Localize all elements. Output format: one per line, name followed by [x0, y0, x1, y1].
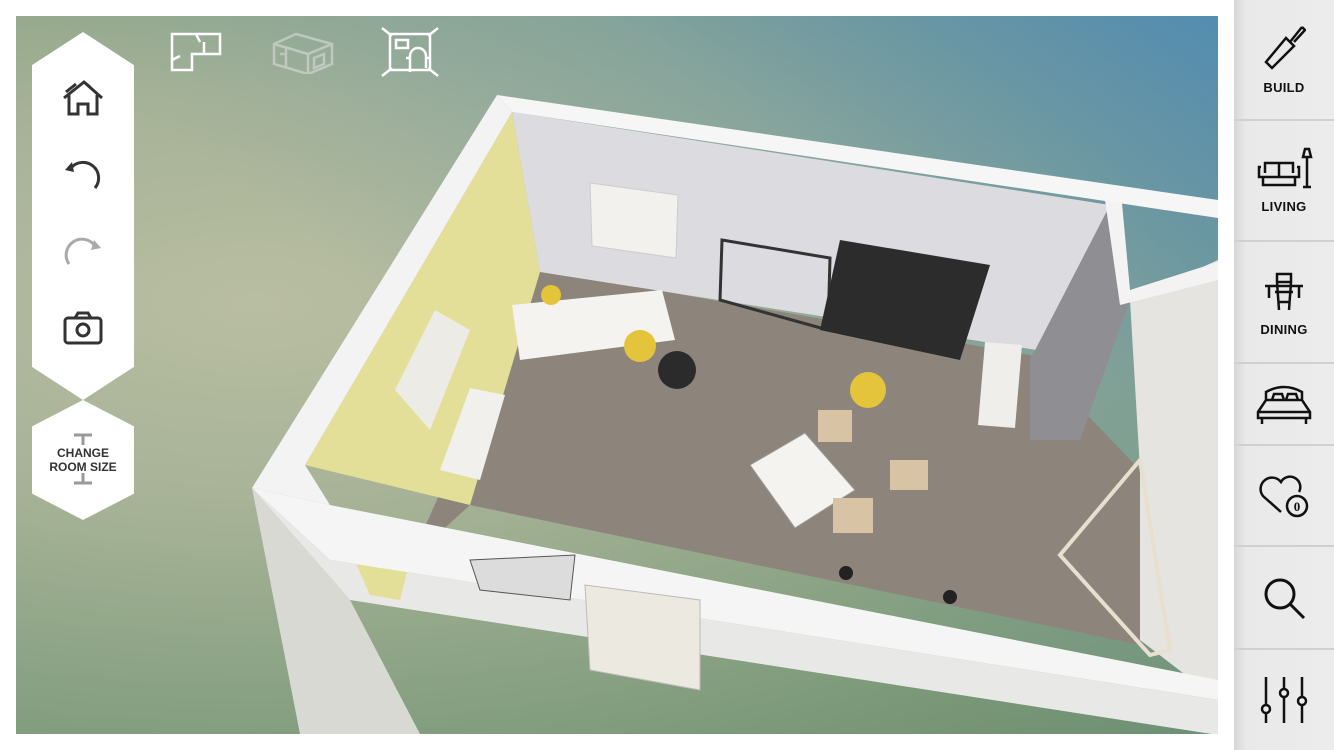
undo-icon: [65, 160, 101, 189]
side-table: [658, 351, 696, 389]
heart-favorites-icon: 0: [1259, 475, 1309, 517]
dining-table-icon: [1265, 272, 1303, 310]
yellow-stool: [541, 285, 561, 305]
camera-icon: [63, 311, 103, 345]
sidebar-item-dining[interactable]: DINING: [1234, 242, 1334, 364]
undo-button[interactable]: [61, 154, 105, 198]
bed-icon: [1256, 385, 1312, 424]
redo-button[interactable]: [61, 230, 105, 274]
sliders-settings-icon: [1260, 677, 1308, 723]
floorplan-2d-icon: [170, 32, 222, 72]
sidebar-label-dining: DINING: [1260, 321, 1308, 337]
sidebar-item-build[interactable]: BUILD: [1234, 0, 1334, 121]
room-3d-scene[interactable]: [16, 16, 1218, 734]
view-mode-furnish[interactable]: [380, 26, 440, 83]
view-mode-3d[interactable]: [272, 32, 334, 79]
3d-view-icon: [272, 32, 334, 76]
sidebar-item-living[interactable]: LIVING: [1234, 121, 1334, 242]
search-icon: [1264, 578, 1306, 619]
stool-3: [833, 498, 873, 533]
sidebar-label-living: LIVING: [1261, 199, 1307, 214]
view-mode-2d-floorplan[interactable]: [170, 32, 222, 77]
sofa-lamp-icon: [1257, 147, 1313, 189]
ceiling-spot: [839, 566, 853, 580]
screenshot-camera-button[interactable]: [61, 306, 105, 350]
camera-toolbar: [32, 32, 134, 400]
home-view-button[interactable]: [61, 78, 105, 122]
front-door: [584, 584, 701, 691]
ceiling-spot: [943, 590, 957, 604]
pendant-lamp-1: [624, 330, 656, 362]
3d-room-viewport[interactable]: CHANGE ROOM SIZE: [16, 16, 1218, 734]
sidebar-label-build: BUILD: [1263, 80, 1305, 95]
search-button[interactable]: [1234, 547, 1334, 650]
sidebar-item-bedroom[interactable]: [1234, 364, 1334, 446]
tufted-bench: [978, 342, 1022, 428]
favorites-count-badge: 0: [1294, 499, 1301, 514]
wall-shelf: [589, 182, 679, 259]
stool-2: [890, 460, 928, 490]
settings-filters-button[interactable]: [1234, 650, 1334, 750]
pendant-lamp-2: [850, 372, 886, 408]
change-room-size-label-line2: ROOM SIZE: [49, 460, 117, 474]
stool-1: [818, 410, 852, 442]
change-room-size-label-line1: CHANGE: [56, 446, 109, 460]
home-view-icon: [63, 80, 103, 116]
favorites-button[interactable]: 0: [1234, 446, 1334, 547]
trowel-icon: [1264, 26, 1306, 70]
room-furnish-view-icon: [381, 27, 439, 77]
redo-icon: [64, 237, 101, 265]
category-sidebar: BUILD LIVING DINING 0: [1234, 0, 1334, 750]
